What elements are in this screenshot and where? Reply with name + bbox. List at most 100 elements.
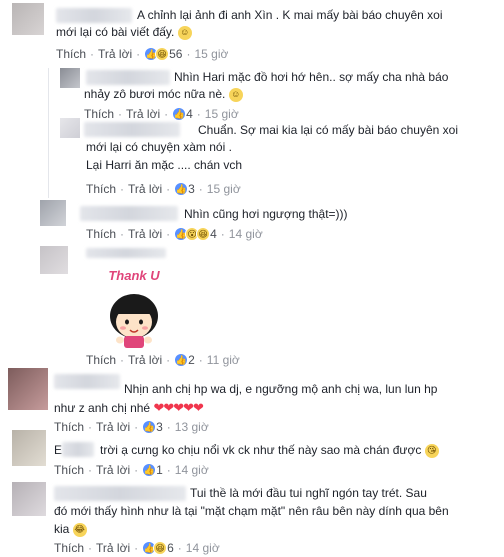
avatar[interactable] (12, 430, 46, 466)
thank-you-sticker: Thank U (108, 268, 160, 348)
like-link[interactable]: Thích (86, 182, 116, 196)
like-link[interactable]: Thích (54, 463, 84, 477)
avatar[interactable] (60, 118, 80, 138)
reply-link[interactable]: Trả lời (98, 47, 132, 61)
separator: · (136, 47, 141, 61)
comment-text: mới lại có bài viết đấy. ☺ (56, 24, 192, 41)
timestamp[interactable]: 15 giờ (207, 182, 241, 196)
like-link[interactable]: Thích (86, 227, 116, 241)
comment-text: Lại Harri ăn mặc .... chán vch (86, 158, 243, 172)
comment-actions: Thích · Trả lời · 👍 1 · 14 giờ (54, 462, 209, 478)
comment-actions: Thích · Trả lời · 👍 2 · 11 giờ (86, 352, 240, 368)
reply-link[interactable]: Trả lời (96, 463, 130, 477)
comment-text-line: mới lại có bài viết đấy. (56, 25, 175, 39)
reaction-summary[interactable]: 👍 😮 😆 (174, 227, 211, 241)
smile-emoji-icon: ☺ (228, 87, 243, 102)
comment-text: nhảy zô bươi móc nữa nè. ☺ (84, 86, 243, 103)
author-name-redacted[interactable] (80, 206, 178, 221)
separator: · (198, 182, 203, 196)
haha-reaction-icon: 😆 (196, 227, 211, 241)
timestamp[interactable]: 15 giờ (194, 47, 228, 61)
timestamp[interactable]: 11 giờ (207, 353, 240, 367)
comment-7: E trời ạ cưng ko chịu nổi vk ck như thế … (0, 430, 504, 482)
avatar[interactable] (40, 246, 68, 274)
separator: · (88, 463, 93, 477)
comment-text: Nhịn anh chị hp wa dj, e ngưỡng mộ anh c… (124, 382, 438, 396)
separator: · (198, 353, 203, 367)
reply-link[interactable]: Trả lời (128, 227, 162, 241)
separator: · (120, 182, 125, 196)
separator: · (186, 47, 191, 61)
avatar[interactable] (8, 368, 48, 410)
comment-text: A chỉnh lại ảnh đi anh Xìn . K mai mấy b… (137, 8, 443, 22)
reaction-count: 2 (188, 353, 195, 367)
author-initial[interactable]: E (54, 442, 62, 459)
comment-4: Nhìn cũng hơi ngượng thật=))) Thích · Tr… (0, 198, 504, 244)
author-name-redacted[interactable] (54, 374, 120, 389)
separator: · (166, 227, 171, 241)
reaction-summary[interactable]: 👍 😆 (144, 47, 170, 61)
comment-text-line: trời ạ cưng ko chịu nổi vk ck như thế nà… (100, 443, 422, 457)
comment-2: Nhìn Hari mặc đồ hơi hớ hên.. sợ mấy cha… (0, 66, 504, 126)
comment-actions: Thích · Trả lời · 👍 3 · 15 giờ (86, 181, 241, 197)
timestamp[interactable]: 14 giờ (175, 463, 209, 477)
timestamp[interactable]: 14 giờ (186, 541, 220, 555)
separator: · (88, 541, 93, 555)
reply-link[interactable]: Trả lời (128, 353, 162, 367)
avatar[interactable] (12, 482, 46, 516)
comment-text: mới lại có chuyện xàm nói . (86, 140, 232, 154)
comment-8: Tui thề là mới đầu tui nghĩ ngón tay tré… (0, 482, 504, 557)
sticker-caption: Thank U (108, 268, 160, 283)
reply-link[interactable]: Trả lời (128, 182, 162, 196)
separator: · (166, 353, 171, 367)
like-link[interactable]: Thích (56, 47, 86, 61)
haha-reaction-icon: 😆 (155, 47, 170, 61)
like-reaction-icon: 👍 (174, 182, 189, 196)
reaction-summary[interactable]: 👍 (142, 463, 157, 477)
separator: · (177, 541, 182, 555)
avatar[interactable] (40, 200, 66, 226)
comment-text: như z anh chị nhé ❤❤❤❤❤ (54, 399, 204, 417)
comment-text-line: kia (54, 522, 70, 536)
author-name-redacted[interactable] (62, 442, 94, 457)
reaction-count: 6 (167, 541, 174, 555)
comment-actions: Thích · Trả lời · 👍 😆 6 · 14 giờ (54, 540, 220, 556)
timestamp[interactable]: 14 giờ (229, 227, 263, 241)
avatar[interactable] (12, 3, 44, 35)
comment-6: Nhịn anh chị hp wa dj, e ngưỡng mộ anh c… (0, 368, 504, 434)
author-name-redacted[interactable] (84, 122, 180, 137)
hearts-emoji-icon: ❤❤❤❤❤ (153, 400, 203, 415)
haha-reaction-icon: 😆 (153, 541, 168, 555)
like-link[interactable]: Thích (86, 353, 116, 367)
separator: · (166, 463, 171, 477)
reaction-summary[interactable]: 👍 😆 (142, 541, 168, 555)
like-link[interactable]: Thích (54, 541, 84, 555)
author-name-redacted[interactable] (56, 8, 132, 23)
smile-emoji-icon: ☺ (177, 25, 192, 40)
reaction-count: 3 (188, 182, 195, 196)
reaction-summary[interactable]: 👍 (174, 353, 189, 367)
author-name-redacted[interactable] (86, 248, 166, 258)
reaction-count: 56 (169, 47, 183, 61)
like-reaction-icon: 👍 (142, 463, 157, 477)
comment-actions: Thích · Trả lời · 👍 😮 😆 4 · 14 giờ (86, 226, 263, 242)
comment-text: trời ạ cưng ko chịu nổi vk ck như thế nà… (100, 442, 439, 459)
separator: · (120, 353, 125, 367)
separator: · (134, 541, 139, 555)
reaction-summary[interactable]: 👍 (174, 182, 189, 196)
comment-text: đó mới thấy hình như là tại "mặt chạm mặ… (54, 504, 449, 518)
avatar[interactable] (60, 68, 80, 88)
reaction-count: 1 (156, 463, 163, 477)
comment-actions: Thích · Trả lời · 👍 😆 56 · 15 giờ (56, 46, 228, 62)
separator: · (134, 463, 139, 477)
kiss-emoji-icon: 😘 (424, 443, 439, 458)
comment-1: A chỉnh lại ảnh đi anh Xìn . K mai mấy b… (0, 0, 504, 68)
comment-text: Nhìn cũng hơi ngượng thật=))) (184, 207, 348, 221)
author-name-redacted[interactable] (54, 486, 186, 501)
author-name-redacted[interactable] (86, 70, 170, 85)
like-reaction-icon: 👍 (174, 353, 189, 367)
separator: · (120, 227, 125, 241)
reply-link[interactable]: Trả lời (96, 541, 130, 555)
separator: · (90, 47, 95, 61)
reaction-count: 4 (210, 227, 217, 241)
